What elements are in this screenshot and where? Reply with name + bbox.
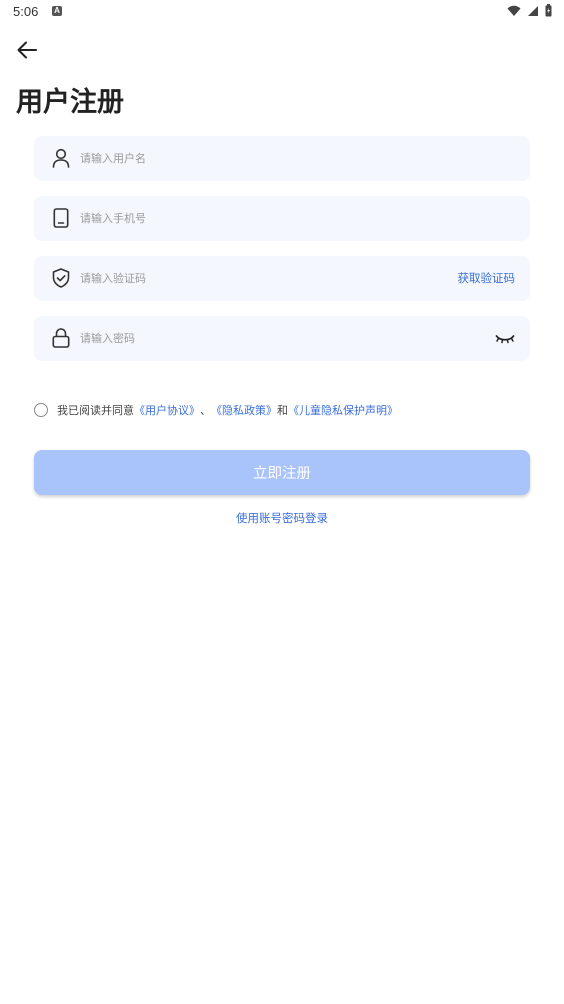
notification-icon: A bbox=[52, 6, 62, 16]
user-agreement-link[interactable]: 《用户协议》 bbox=[134, 402, 200, 418]
password-visibility-toggle[interactable] bbox=[494, 330, 516, 348]
agreement-separator: 、 bbox=[200, 404, 211, 417]
password-login-link[interactable]: 使用账号密码登录 bbox=[0, 510, 564, 526]
agreement-row: 我已阅读并同意 《用户协议》 、 《隐私政策》 和 《儿童隐私保护声明》 bbox=[34, 402, 398, 418]
signal-icon bbox=[528, 5, 538, 16]
code-field-container: 获取验证码 bbox=[34, 256, 530, 301]
phone-input[interactable] bbox=[80, 196, 440, 241]
phone-icon bbox=[50, 207, 72, 229]
children-privacy-link[interactable]: 《儿童隐私保护声明》 bbox=[288, 402, 398, 418]
username-field-container bbox=[34, 136, 530, 181]
privacy-policy-link[interactable]: 《隐私政策》 bbox=[211, 402, 277, 418]
user-icon bbox=[50, 147, 72, 169]
password-field-container bbox=[34, 316, 530, 361]
agreement-checkbox[interactable] bbox=[34, 403, 48, 417]
wifi-icon bbox=[507, 5, 521, 16]
page-title: 用户注册 bbox=[16, 87, 124, 118]
status-indicators bbox=[507, 4, 552, 17]
password-input[interactable] bbox=[80, 316, 440, 361]
get-code-button[interactable]: 获取验证码 bbox=[458, 270, 516, 286]
username-input[interactable] bbox=[80, 136, 440, 181]
status-time: 5:06 bbox=[13, 4, 39, 19]
arrow-left-icon bbox=[17, 41, 37, 59]
back-button[interactable] bbox=[14, 37, 40, 63]
agreement-prefix: 我已阅读并同意 bbox=[57, 404, 134, 417]
register-button[interactable]: 立即注册 bbox=[34, 450, 530, 495]
code-input[interactable] bbox=[80, 256, 440, 301]
lock-icon bbox=[50, 327, 72, 349]
shield-icon bbox=[50, 267, 72, 289]
battery-icon bbox=[545, 4, 552, 17]
phone-field-container bbox=[34, 196, 530, 241]
eye-closed-icon bbox=[495, 335, 515, 344]
status-bar: 5:06 A bbox=[0, 0, 564, 24]
agreement-and: 和 bbox=[277, 404, 288, 417]
